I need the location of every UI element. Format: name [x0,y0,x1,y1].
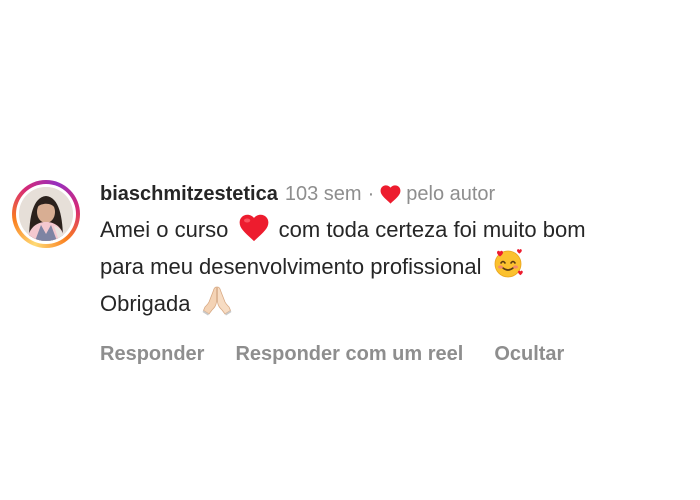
comment-actions: Responder Responder com um reel Ocultar [100,343,696,366]
comment-line-2: para meu desenvolvimento profissional [100,247,696,284]
comment-text-part: Amei o curso [100,217,229,242]
timestamp: 103 sem [284,182,362,205]
comment-text-part: para meu desenvolvimento profissional [100,254,482,279]
hide-button[interactable]: Ocultar [494,343,564,366]
heart-icon [380,184,401,204]
comment-content: biaschmitzestetica 103 sem · pelo autor … [100,178,696,366]
avatar-ring-gap [16,184,76,244]
folded-hands-icon [202,286,232,316]
comment-text: Amei o curso com toda certeza foi muito … [100,213,696,321]
liked-by-author-label: pelo autor [406,182,496,205]
comment-meta: biaschmitzestetica 103 sem · pelo autor [100,178,696,210]
smiling-face-with-hearts-icon [494,249,523,278]
comment-text-part: Obrigada [100,291,191,316]
reply-button[interactable]: Responder [100,343,204,366]
username-link[interactable]: biaschmitzestetica [100,183,278,206]
avatar-image [19,187,73,241]
comment-text-part: com toda certeza foi muito bom [278,217,586,242]
reply-with-reel-button[interactable]: Responder com um reel [235,343,463,366]
meta-separator: · [367,182,375,205]
comment-line-1: Amei o curso com toda certeza foi muito … [100,213,696,247]
red-heart-icon [239,214,268,242]
comment-line-3: Obrigada [100,284,696,321]
avatar[interactable] [12,180,80,248]
